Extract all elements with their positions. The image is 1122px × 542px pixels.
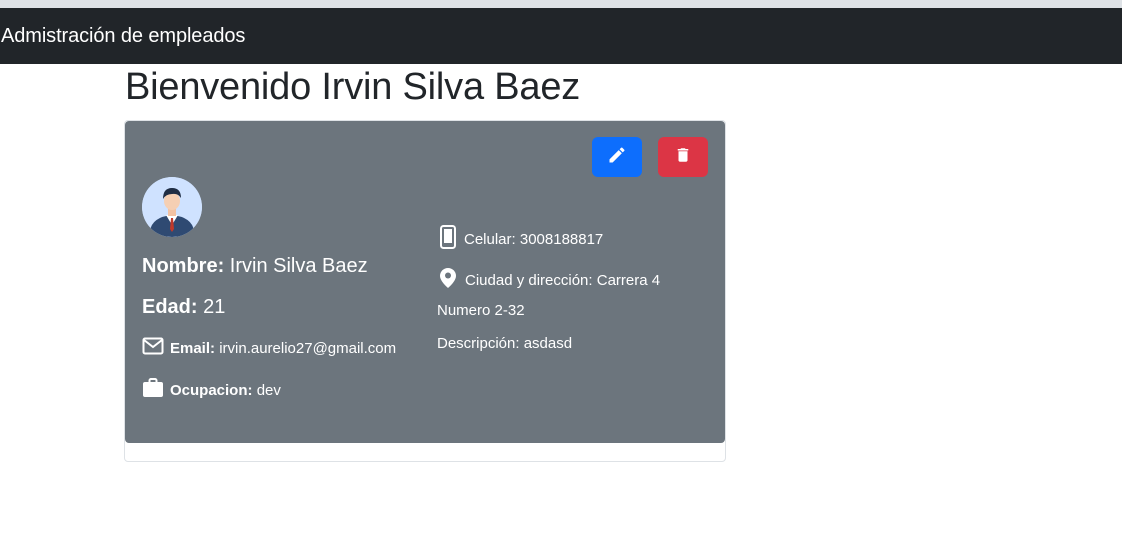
navbar: Admistración de empleados	[0, 8, 1122, 64]
description-text: Descripción: asdasd	[437, 335, 573, 352]
employee-card: Nombre: Irvin Silva Baez Edad: 21 Email:…	[125, 121, 725, 443]
name-label: Nombre:	[142, 255, 225, 277]
age-row: Edad: 21	[142, 296, 225, 319]
page-title: Bienvenido Irvin Silva Baez	[125, 66, 581, 108]
phone-row: Celular: 3008188817	[437, 225, 603, 253]
trash-icon	[674, 145, 692, 170]
location-pin-icon	[439, 267, 457, 298]
email-row: Email: irvin.aurelio27@gmail.com	[142, 337, 396, 359]
job-row: Ocupacion: dev	[142, 378, 281, 402]
browser-top-strip	[0, 0, 1122, 8]
job-value: dev	[256, 381, 281, 399]
job-label: Ocupacion:	[170, 381, 253, 399]
phone-text: Celular: 3008188817	[464, 230, 604, 248]
age-label: Edad:	[142, 296, 198, 318]
delete-button[interactable]	[658, 137, 708, 177]
address-text: Ciudad y dirección: Carrera 4 Numero 2-3…	[437, 272, 661, 319]
email-label: Email:	[170, 339, 216, 357]
user-avatar	[142, 177, 202, 237]
age-value: 21	[203, 296, 226, 318]
address-row: Ciudad y dirección: Carrera 4 Numero 2-3…	[437, 267, 687, 324]
envelope-icon	[142, 337, 164, 359]
phone-icon	[440, 225, 456, 253]
name-value: Irvin Silva Baez	[229, 255, 368, 277]
briefcase-icon	[142, 378, 164, 402]
name-row: Nombre: Irvin Silva Baez	[142, 255, 368, 278]
pencil-icon	[607, 145, 627, 170]
navbar-brand[interactable]: Admistración de empleados	[1, 25, 245, 48]
edit-button[interactable]	[592, 137, 642, 177]
description-row: Descripción: asdasd	[437, 335, 572, 352]
email-value: irvin.aurelio27@gmail.com	[219, 339, 397, 357]
